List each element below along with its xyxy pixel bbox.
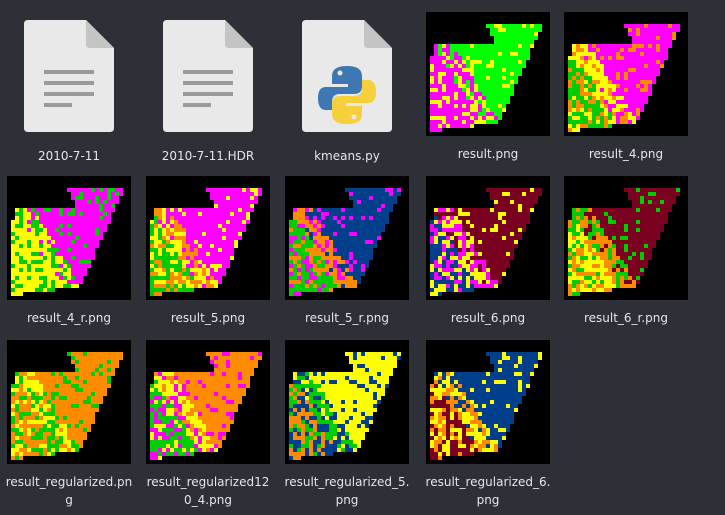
file-item-kmeans-py[interactable]: kmeans.py: [278, 10, 416, 172]
file-item-result-regularized-5-png[interactable]: result_regularized_5.png: [278, 338, 416, 507]
image-thumbnail: [285, 176, 409, 300]
file-item-result-regularized-png[interactable]: result_regularized.png: [0, 338, 138, 507]
file-item-result-6-png[interactable]: result_6.png: [419, 174, 557, 336]
file-name-label: result_regularized_6.png: [425, 475, 551, 507]
file-name-label: result_6_r.png: [583, 311, 669, 325]
file-item-result-regularized-6-png[interactable]: result_regularized_6.png: [419, 338, 557, 507]
file-name-label: result_4_r.png: [26, 311, 112, 325]
file-name-label: result_4.png: [588, 147, 664, 161]
file-item-result-png[interactable]: result.png: [419, 10, 557, 172]
file-name-label: result_5.png: [170, 311, 246, 325]
file-item-result-6-r-png[interactable]: result_6_r.png: [557, 174, 695, 336]
file-item-result-4-r-png[interactable]: result_4_r.png: [0, 174, 138, 336]
file-item-result-regularized120-4-png[interactable]: result_regularized120_4.png: [139, 338, 277, 507]
image-thumbnail: [7, 340, 131, 464]
file-item-result-5-r-png[interactable]: result_5_r.png: [278, 174, 416, 336]
image-thumbnail: [564, 12, 688, 136]
file-name-label: result.png: [457, 147, 519, 161]
file-name-label: result_regularized.png: [5, 475, 133, 507]
image-thumbnail: [146, 176, 270, 300]
image-thumbnail: [426, 12, 550, 136]
file-name-label: result_regularized_5.png: [284, 475, 410, 507]
file-name-label: kmeans.py: [314, 149, 380, 163]
document-icon: [163, 20, 253, 132]
image-thumbnail: [285, 340, 409, 464]
file-grid: 2010-7-11 2010-7-11.HDR kmeans.py result.pn…: [0, 0, 725, 515]
file-name-label: 2010-7-11: [37, 149, 101, 163]
document-icon: [24, 20, 114, 132]
file-name-label: 2010-7-11.HDR: [161, 149, 255, 163]
file-name-label: result_5_r.png: [304, 311, 390, 325]
python-file-icon: [302, 20, 392, 132]
image-thumbnail: [426, 340, 550, 464]
image-thumbnail: [7, 176, 131, 300]
image-thumbnail: [146, 340, 270, 464]
file-item-result-4-png[interactable]: result_4.png: [557, 10, 695, 172]
file-item-result-5-png[interactable]: result_5.png: [139, 174, 277, 336]
file-item-2010-7-11-hdr[interactable]: 2010-7-11.HDR: [139, 10, 277, 172]
file-name-label: result_regularized120_4.png: [146, 475, 270, 507]
file-name-label: result_6.png: [450, 311, 526, 325]
image-thumbnail: [426, 176, 550, 300]
image-thumbnail: [564, 176, 688, 300]
file-item-2010-7-11[interactable]: 2010-7-11: [0, 10, 138, 172]
